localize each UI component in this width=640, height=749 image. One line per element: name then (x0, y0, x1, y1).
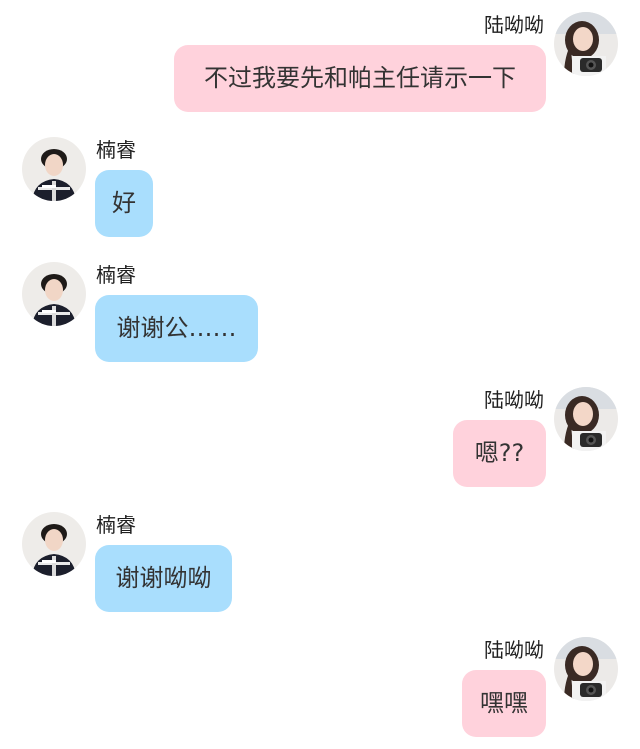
male-portrait-icon (22, 262, 86, 326)
message-bubble[interactable]: 好 (95, 170, 153, 237)
female-portrait-icon (554, 387, 618, 451)
message-bubble[interactable]: 不过我要先和帕主任请示一下 (174, 45, 546, 112)
avatar-self[interactable] (554, 387, 618, 451)
avatar-other[interactable] (22, 137, 86, 201)
male-portrait-icon (22, 512, 86, 576)
sender-name: 楠睿 (96, 513, 136, 537)
chat-transcript: 陆呦呦 不过我要先和帕主任请示一下 楠睿 好 楠睿 谢谢公…… 陆呦呦 嗯?? … (0, 0, 640, 749)
message-bubble[interactable]: 嘿嘿 (462, 670, 546, 737)
sender-name: 楠睿 (96, 138, 136, 162)
female-portrait-icon (554, 12, 618, 76)
sender-name: 陆呦呦 (484, 388, 544, 412)
avatar-self[interactable] (554, 637, 618, 701)
sender-name: 陆呦呦 (484, 638, 544, 662)
message-bubble[interactable]: 嗯?? (453, 420, 546, 487)
male-portrait-icon (22, 137, 86, 201)
message-bubble[interactable]: 谢谢呦呦 (95, 545, 232, 612)
female-portrait-icon (554, 637, 618, 701)
avatar-other[interactable] (22, 512, 86, 576)
avatar-self[interactable] (554, 12, 618, 76)
sender-name: 陆呦呦 (484, 13, 544, 37)
sender-name: 楠睿 (96, 263, 136, 287)
message-bubble[interactable]: 谢谢公…… (95, 295, 258, 362)
avatar-other[interactable] (22, 262, 86, 326)
